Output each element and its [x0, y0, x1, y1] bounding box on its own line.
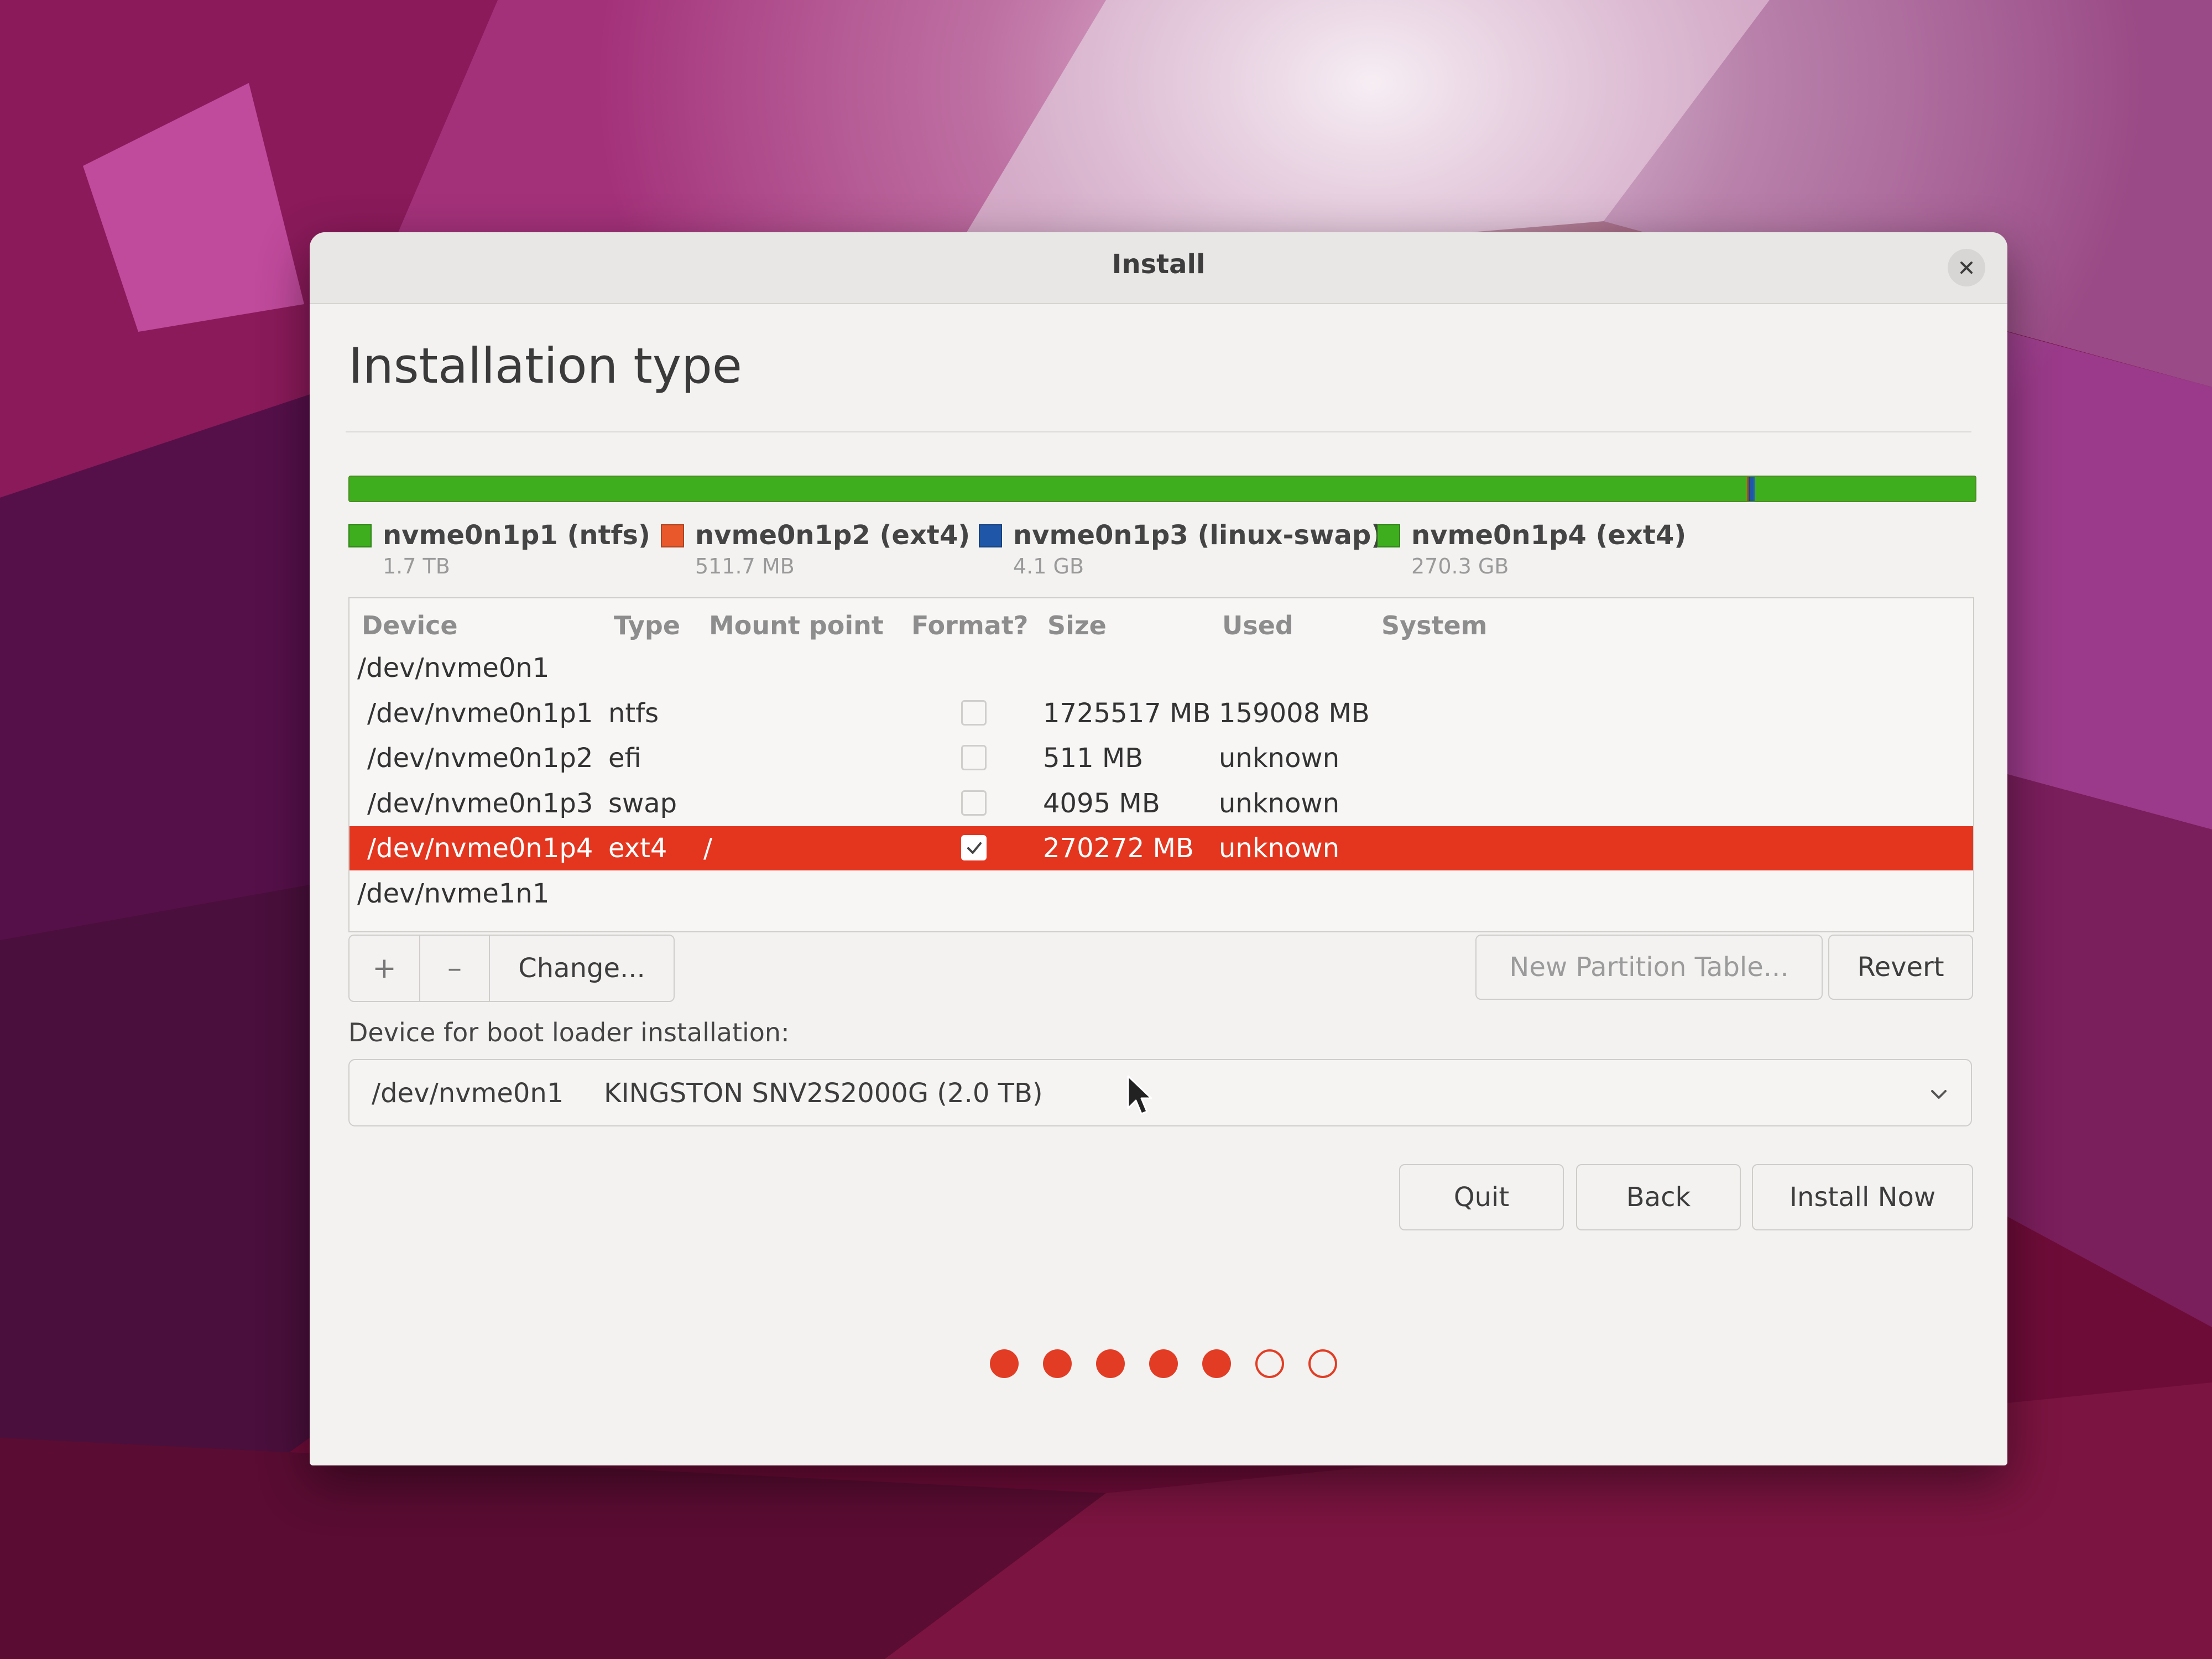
progress-dot-completed [990, 1349, 1019, 1378]
bootloader-device-model: KINGSTON SNV2S2000G (2.0 TB) [604, 1078, 1043, 1109]
column-header-mount-point[interactable]: Mount point [709, 611, 884, 640]
revert-button[interactable]: Revert [1828, 935, 1973, 1000]
cell-device: /dev/nvme0n1p3 [367, 787, 593, 819]
table-row[interactable]: /dev/nvme1n1 [349, 872, 1973, 916]
page-title: Installation type [348, 337, 742, 394]
cell-device: /dev/nvme1n1 [357, 878, 550, 909]
partition-table[interactable]: Device Type Mount point Format? Size Use… [348, 597, 1974, 932]
table-header: Device Type Mount point Format? Size Use… [349, 598, 1973, 646]
cell-used: unknown [1219, 787, 1340, 819]
progress-dot-completed [1149, 1349, 1178, 1378]
add-partition-button[interactable]: + [349, 936, 419, 1001]
format-checkbox[interactable] [961, 700, 987, 726]
format-checkbox[interactable] [961, 745, 987, 770]
cell-mount-point: / [703, 833, 713, 864]
column-header-device[interactable]: Device [362, 611, 458, 640]
title-bar: Install [310, 232, 2007, 304]
cell-device: /dev/nvme0n1p2 [367, 743, 593, 774]
progress-dot-pending [1308, 1349, 1337, 1378]
partition-legend: nvme0n1p1 (ntfs) 1.7 TB nvme0n1p2 (ext4) 51… [348, 520, 1974, 586]
mouse-pointer-icon [1127, 1075, 1152, 1115]
install-now-button[interactable]: Install Now [1752, 1164, 1973, 1230]
partition-bar-segment [349, 477, 1747, 501]
legend-swatch [661, 524, 684, 547]
check-icon [967, 842, 982, 854]
column-header-system[interactable]: System [1381, 611, 1488, 640]
column-header-type[interactable]: Type [614, 611, 680, 640]
new-partition-table-button[interactable]: New Partition Table... [1475, 935, 1823, 1000]
column-header-format[interactable]: Format? [911, 611, 1029, 640]
cell-device: /dev/nvme0n1p4 [367, 833, 593, 864]
title-divider [346, 431, 1971, 432]
legend-partition-size: 511.7 MB [695, 554, 795, 578]
table-row[interactable]: /dev/nvme0n1p1 ntfs 1725517 MB 159008 MB [349, 691, 1973, 735]
cell-size: 4095 MB [1043, 787, 1160, 819]
cell-device: /dev/nvme0n1p1 [367, 697, 593, 729]
bootloader-device-select[interactable]: /dev/nvme0n1 KINGSTON SNV2S2000G (2.0 TB… [348, 1059, 1972, 1126]
partition-bar-segment [1749, 477, 1754, 501]
legend-swatch [348, 524, 372, 547]
table-row[interactable]: /dev/nvme0n1 [349, 646, 1973, 690]
cell-size: 511 MB [1043, 743, 1144, 774]
bootloader-device: /dev/nvme0n1 [372, 1078, 564, 1109]
progress-dot-completed [1043, 1349, 1072, 1378]
legend-partition-name: nvme0n1p1 (ntfs) [383, 520, 650, 551]
legend-swatch [1377, 524, 1400, 547]
change-partition-button[interactable]: Change... [489, 936, 674, 1001]
cell-used: unknown [1219, 833, 1340, 864]
close-icon [1960, 262, 1973, 274]
close-button[interactable] [1948, 249, 1985, 286]
window-title: Install [1112, 249, 1206, 280]
cell-type: efi [608, 743, 641, 774]
cell-type: ntfs [608, 697, 659, 729]
legend-partition-size: 4.1 GB [1013, 554, 1084, 578]
legend-partition-name: nvme0n1p2 (ext4) [695, 520, 971, 551]
column-header-size[interactable]: Size [1047, 611, 1107, 640]
legend-partition-name: nvme0n1p3 (linux-swap) [1013, 520, 1384, 551]
installer-window: Install Installation type nvme0n1p1 (ntf… [310, 232, 2007, 1465]
quit-button[interactable]: Quit [1399, 1164, 1564, 1230]
bootloader-label: Device for boot loader installation: [348, 1018, 790, 1047]
legend-partition-name: nvme0n1p4 (ext4) [1411, 520, 1687, 551]
back-button[interactable]: Back [1576, 1164, 1741, 1230]
format-checkbox[interactable] [961, 790, 987, 816]
legend-partition-size: 1.7 TB [383, 554, 450, 578]
column-header-used[interactable]: Used [1222, 611, 1293, 640]
chevron-down-icon [1931, 1090, 1947, 1099]
remove-partition-button[interactable]: – [419, 936, 489, 1001]
partition-edit-group: + – Change... [348, 935, 675, 1002]
cell-size: 1725517 MB [1043, 697, 1211, 729]
progress-dot-completed [1096, 1349, 1125, 1378]
partition-bar-segment [1754, 477, 1975, 501]
legend-partition-size: 270.3 GB [1411, 554, 1509, 578]
table-row[interactable]: /dev/nvme0n1p4 ext4 / 270272 MB unknown [349, 826, 1973, 870]
progress-dot-pending [1255, 1349, 1284, 1378]
cell-device: /dev/nvme0n1 [357, 653, 550, 684]
cell-size: 270272 MB [1043, 833, 1194, 864]
table-row[interactable]: /dev/nvme0n1p3 swap 4095 MB unknown [349, 781, 1973, 826]
legend-swatch [979, 524, 1002, 547]
cell-type: ext4 [608, 833, 667, 864]
table-row[interactable]: /dev/nvme0n1p2 efi 511 MB unknown [349, 736, 1973, 780]
progress-dot-completed [1202, 1349, 1231, 1378]
format-checkbox[interactable] [961, 835, 987, 860]
cell-used: unknown [1219, 743, 1340, 774]
cell-used: 159008 MB [1219, 697, 1370, 729]
partition-bar [348, 476, 1976, 502]
cell-type: swap [608, 787, 677, 819]
